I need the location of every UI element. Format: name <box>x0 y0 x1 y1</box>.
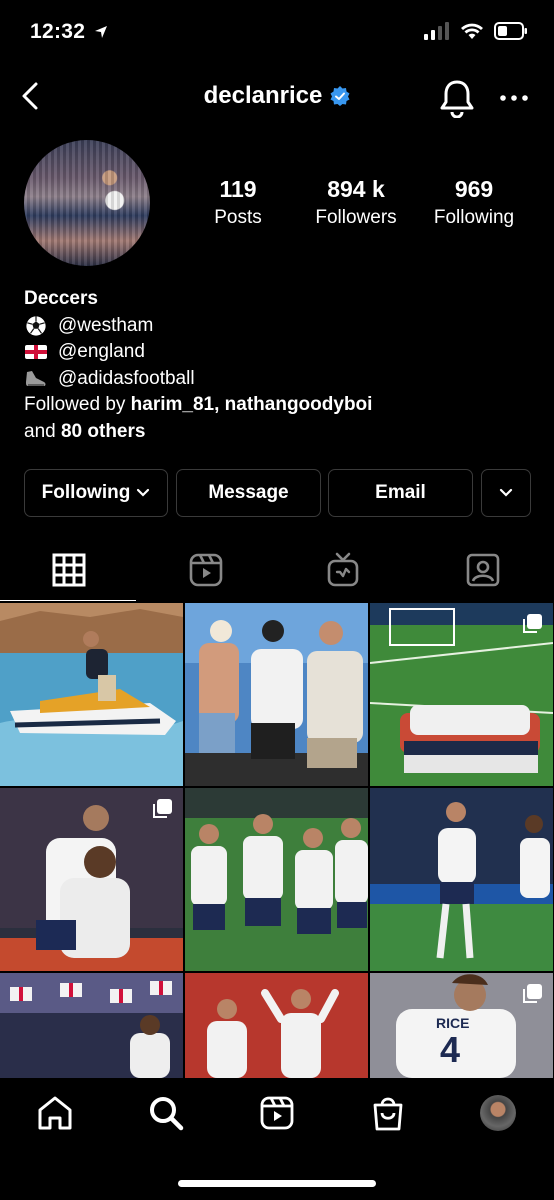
england-flag-icon <box>25 345 47 360</box>
wifi-icon <box>461 23 483 39</box>
fans-celebration-photo <box>185 973 368 1078</box>
home-icon[interactable] <box>35 1093 75 1133</box>
display-name: Deccers <box>24 288 98 309</box>
grid-post-team-celebration[interactable] <box>185 788 368 971</box>
sneaker-icon <box>26 370 46 386</box>
search-icon[interactable] <box>146 1093 186 1133</box>
grid-post-friends[interactable] <box>185 603 368 786</box>
status-icons <box>424 22 528 40</box>
posts-stat[interactable]: 119 Posts <box>196 176 280 229</box>
tagged-icon[interactable] <box>463 550 503 590</box>
message-button[interactable]: Message <box>176 469 321 517</box>
grid-post-stadium[interactable] <box>370 788 553 971</box>
stadium-celebration-photo <box>370 788 553 971</box>
grid-post-rice-shirt[interactable]: RICE 4 <box>370 973 553 1078</box>
chevron-down-icon <box>499 488 513 497</box>
following-count: 969 <box>454 176 494 202</box>
crowd-flags-photo <box>0 973 183 1078</box>
grid-icon[interactable] <box>49 550 89 590</box>
profile-avatar-nav[interactable] <box>480 1095 516 1131</box>
chevron-down-icon <box>137 488 150 497</box>
bio: Deccers @westham @england @adidasfootbal… <box>24 286 372 445</box>
suggested-accounts-button[interactable] <box>481 469 531 517</box>
followers-count: 894 k <box>327 176 385 202</box>
profile-avatar[interactable] <box>24 140 150 266</box>
followed-by[interactable]: Followed by harim_81, nathangoodyboi <box>24 392 372 419</box>
grid-post-crowd[interactable] <box>0 973 183 1078</box>
active-tab-indicator <box>0 600 136 601</box>
posts-label: Posts <box>214 207 262 228</box>
shop-icon[interactable] <box>368 1093 408 1133</box>
bio-line-england[interactable]: @england <box>24 339 372 366</box>
grid-post-fans[interactable] <box>185 973 368 1078</box>
bio-line-westham[interactable]: @westham <box>24 313 372 340</box>
shirt-number-text: 4 <box>440 1029 461 1070</box>
followed-by-others[interactable]: and 80 others <box>24 419 372 446</box>
posts-count: 119 <box>219 176 257 202</box>
email-button[interactable]: Email <box>328 469 473 517</box>
friends-boat-photo <box>185 603 368 786</box>
grid-post-jetski[interactable] <box>0 603 183 786</box>
location-arrow-icon <box>95 26 108 39</box>
username: declanrice <box>203 82 323 109</box>
battery-icon <box>494 22 527 40</box>
more-horizontal-icon[interactable] <box>498 86 530 110</box>
following-label: Following <box>433 207 515 228</box>
following-stat[interactable]: 969 Following <box>424 176 524 229</box>
igtv-icon[interactable] <box>323 550 363 590</box>
team-celebration-photo <box>185 788 368 971</box>
multi-post-icon <box>153 799 172 818</box>
jetski-photo <box>0 603 183 786</box>
bio-line-adidas[interactable]: @adidasfootball <box>24 366 372 393</box>
followers-label: Followers <box>315 207 397 228</box>
verified-badge-icon <box>330 86 350 106</box>
grid-post-hug[interactable] <box>0 788 183 971</box>
multi-post-icon <box>523 614 542 633</box>
followers-stat[interactable]: 894 k Followers <box>302 176 410 229</box>
following-button[interactable]: Following <box>24 469 168 517</box>
reels-nav-icon[interactable] <box>257 1093 297 1133</box>
reels-icon[interactable] <box>186 550 226 590</box>
home-indicator <box>178 1180 376 1187</box>
grid-post-huddle[interactable] <box>370 603 553 786</box>
status-time: 12:32 <box>30 20 109 44</box>
soccer-ball-icon <box>26 316 46 336</box>
bell-icon[interactable] <box>438 78 476 118</box>
multi-post-icon <box>523 984 542 1003</box>
cellular-signal-icon <box>424 22 449 40</box>
